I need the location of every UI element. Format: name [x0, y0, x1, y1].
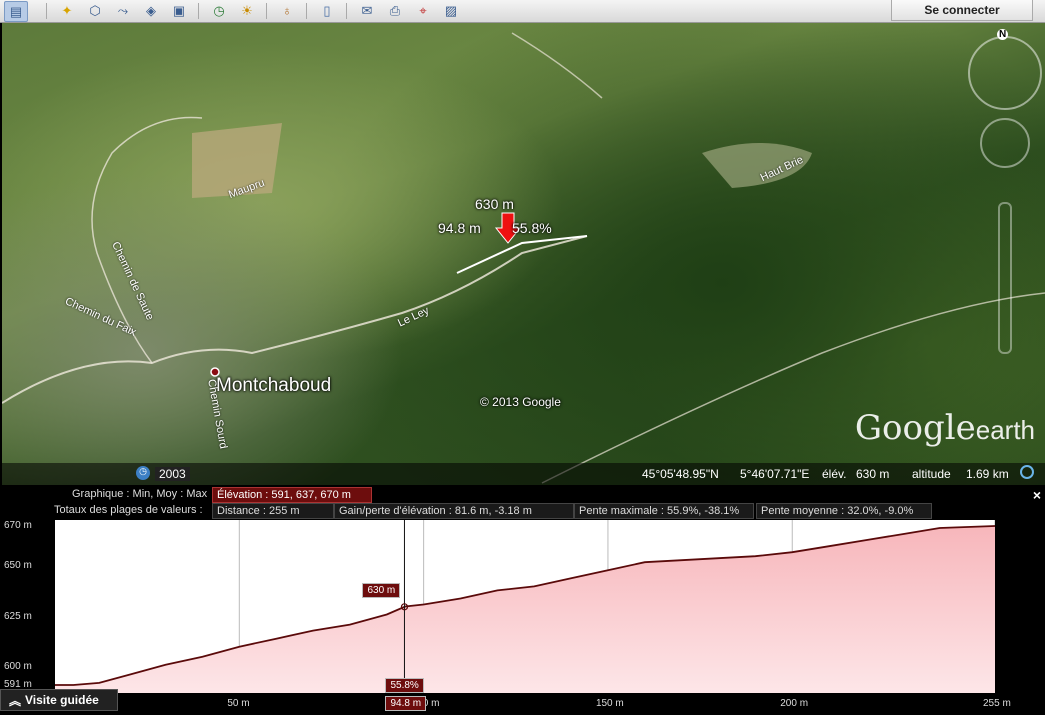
- marker-distance-label: 94.8 m: [438, 220, 481, 236]
- imagery-year: 2003: [155, 467, 190, 481]
- tour-label: Visite guidée: [25, 693, 99, 707]
- search-icon[interactable]: [1020, 465, 1034, 479]
- y-tick-label: 670 m: [4, 520, 32, 532]
- email-icon[interactable]: ✉: [356, 1, 378, 20]
- graph-label: Graphique : Min, Moy : Max: [72, 488, 208, 500]
- tour-icon[interactable]: ▣: [168, 1, 190, 20]
- distance-box: Distance : 255 m: [212, 503, 334, 519]
- toolbar-divider: [306, 3, 307, 19]
- y-tick-label: 650 m: [4, 560, 32, 572]
- signin-button[interactable]: Se connecter: [891, 0, 1033, 21]
- ruler-icon[interactable]: ▯: [316, 1, 338, 20]
- compass-ring: [968, 36, 1042, 110]
- cursor-slope-tag: 55.8%: [385, 678, 424, 693]
- maps-icon[interactable]: ⌖: [412, 1, 434, 20]
- totals-label: Totaux des plages de valeurs :: [54, 504, 203, 516]
- gain-box: Gain/perte d'élévation : 81.6 m, -3.18 m: [334, 503, 574, 519]
- placemark-icon[interactable]: ✦: [56, 1, 78, 20]
- elevation-area: [55, 526, 995, 693]
- x-tick-label: 200 m: [780, 698, 809, 709]
- copyright: © 2013 Google: [480, 395, 561, 409]
- save-image-icon[interactable]: ▨: [440, 1, 462, 20]
- overlay-icon[interactable]: ◈: [140, 1, 162, 20]
- history-icon[interactable]: ◷: [136, 466, 150, 480]
- status-bar: ◷ 2003 45°05'48.95"N 5°46'07.71"E élév. …: [2, 463, 1045, 485]
- elevation-label: élév.: [822, 467, 847, 481]
- marker-elevation-label: 630 m: [475, 196, 514, 212]
- google-earth-logo: Googleearth: [855, 408, 1035, 448]
- y-tick-label: 625 m: [4, 610, 32, 622]
- sidebar-icon[interactable]: ▤: [4, 1, 28, 22]
- cursor-distance-tag: 94.8 m: [385, 696, 427, 711]
- latitude: 45°05'48.95"N: [642, 467, 719, 481]
- elevation-badge[interactable]: Élévation : 591, 637, 670 m: [212, 487, 372, 503]
- road: [541, 292, 1045, 484]
- longitude: 5°46'07.71"E: [740, 467, 810, 481]
- elevation-value: 630 m: [856, 467, 890, 481]
- map-view[interactable]: 630 m 94.8 m 55.8% Montchaboud Chemin de…: [2, 23, 1045, 485]
- chevron-up-icon: ︽: [9, 693, 22, 708]
- cursor-elevation-tag: 630 m: [362, 582, 401, 598]
- guided-tour-button[interactable]: ︽ Visite guidée: [0, 689, 118, 711]
- planet-icon[interactable]: ♁: [276, 1, 298, 20]
- toolbar: ▤ ✦ ⬡ ⤳ ◈ ▣ ◷ ☀ ♁ ▯ ✉ ⎙ ⌖ ▨ Se connecter: [0, 0, 1045, 23]
- toolbar-divider: [198, 3, 199, 19]
- chart-svg: [55, 520, 996, 693]
- print-icon[interactable]: ⎙: [384, 1, 406, 20]
- x-tick-label: 255 m: [983, 698, 1011, 709]
- path-icon[interactable]: ⤳: [112, 1, 134, 20]
- max-slope-box[interactable]: Pente maximale : 55.9%, -38.1%: [574, 503, 754, 519]
- sun-icon[interactable]: ☀: [236, 1, 258, 20]
- close-icon[interactable]: ×: [1033, 487, 1041, 503]
- place-label[interactable]: Montchaboud: [216, 375, 331, 397]
- pan-control: [980, 118, 1030, 168]
- toolbar-divider: [46, 3, 47, 19]
- x-tick-label: 50 m: [227, 698, 250, 709]
- altitude-value: 1.69 km: [966, 467, 1009, 481]
- elevation-chart[interactable]: [55, 520, 996, 693]
- toolbar-divider: [266, 3, 267, 19]
- logo-google: Google: [854, 408, 976, 448]
- x-tick-label: 150 m: [595, 698, 624, 709]
- history-icon[interactable]: ◷: [208, 1, 230, 20]
- avg-slope-box[interactable]: Pente moyenne : 32.0%, -9.0%: [756, 503, 932, 519]
- road: [511, 32, 603, 99]
- zoom-slider: [998, 202, 1012, 354]
- marker-slope-label: 55.8%: [512, 220, 552, 236]
- toolbar-divider: [346, 3, 347, 19]
- polygon-icon[interactable]: ⬡: [84, 1, 106, 20]
- altitude-label: altitude: [912, 467, 951, 481]
- y-tick-label: 600 m: [4, 660, 32, 672]
- logo-earth: earth: [975, 415, 1035, 445]
